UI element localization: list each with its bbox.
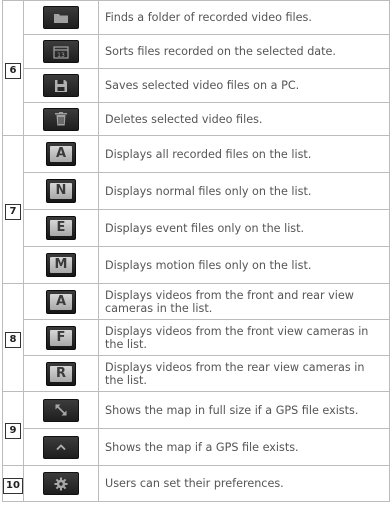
- expand-arrow-icon: [43, 398, 79, 422]
- group-number: 8: [5, 332, 21, 348]
- table-row: 10 Users can set their preferences.: [2, 465, 390, 502]
- group-number-cell: 9: [2, 391, 24, 466]
- table-row: M Displays motion files only on the list…: [3, 246, 390, 284]
- calendar-icon: 13: [43, 40, 79, 63]
- folder-icon: [43, 6, 79, 29]
- letter-a-icon: A: [46, 142, 76, 166]
- letter-r-icon: R: [46, 361, 76, 386]
- description: Displays videos from the front and rear …: [98, 283, 390, 320]
- letter-n-icon: N: [46, 179, 76, 203]
- icon-cell: A: [23, 135, 99, 173]
- table-row: 8 A Displays videos from the front and r…: [2, 283, 390, 392]
- button-letter: F: [50, 329, 72, 346]
- table-row: Saves selected video files on a PC.: [3, 68, 390, 103]
- letter-m-icon: M: [46, 253, 76, 277]
- icon-cell: [23, 465, 99, 502]
- letter-e-icon: E: [46, 216, 76, 240]
- icon-cell: R: [23, 355, 99, 392]
- button-letter: N: [50, 183, 72, 199]
- description: Finds a folder of recorded video files.: [98, 0, 390, 35]
- icon-cell: A: [23, 283, 99, 320]
- table-row: 6 Finds a folder of recorded video files…: [2, 0, 390, 136]
- description: Deletes selected video files.: [98, 102, 390, 136]
- description: Saves selected video files on a PC.: [98, 68, 390, 103]
- table-row: 13 Sorts files recorded on the selected …: [3, 34, 390, 69]
- icon-cell: 13: [23, 34, 99, 69]
- icon-cell: M: [23, 246, 99, 284]
- description: Displays videos from the front view came…: [98, 319, 390, 356]
- table-row: E Displays event files only on the list.: [3, 209, 390, 247]
- icon-cell: F: [23, 319, 99, 356]
- description: Users can set their preferences.: [98, 465, 390, 502]
- table-row: 7 A Displays all recorded files on the l…: [2, 135, 390, 284]
- letter-a-icon: A: [46, 289, 76, 314]
- description: Displays normal files only on the list.: [98, 172, 390, 210]
- group-number-cell: 10: [2, 465, 24, 502]
- description: Shows the map in full size if a GPS file…: [98, 391, 390, 429]
- table-row: 9 Shows the map in full size if a GPS fi…: [2, 391, 390, 466]
- description: Displays videos from the rear view camer…: [98, 355, 390, 392]
- save-icon: [43, 74, 79, 97]
- table-row: Shows the map if a GPS file exists.: [3, 428, 390, 466]
- group-number: 6: [5, 62, 21, 79]
- description: Displays motion files only on the list.: [98, 246, 390, 284]
- trash-icon: [43, 107, 79, 131]
- icon-cell: [23, 391, 99, 429]
- icon-cell: [23, 68, 99, 103]
- letter-f-icon: F: [46, 325, 76, 350]
- button-letter: R: [50, 365, 72, 382]
- description: Sorts files recorded on the selected dat…: [98, 34, 390, 69]
- calendar-date-text: 13: [57, 52, 65, 59]
- icon-cell: [23, 0, 99, 35]
- description: Shows the map if a GPS file exists.: [98, 428, 390, 466]
- group-number-cell: 8: [2, 283, 24, 392]
- group-number: 9: [5, 423, 21, 439]
- reference-table: 6 Finds a folder of recorded video files…: [2, 0, 390, 502]
- button-letter: A: [50, 146, 72, 162]
- icon-cell: [23, 428, 99, 466]
- group-number-cell: 6: [2, 0, 24, 136]
- icon-cell: [23, 102, 99, 136]
- button-letter: E: [50, 220, 72, 236]
- description: Displays all recorded files on the list.: [98, 135, 390, 173]
- chevron-up-icon: [43, 435, 79, 459]
- table-row: R Displays videos from the rear view cam…: [3, 355, 390, 392]
- icon-cell: E: [23, 209, 99, 247]
- description: Displays event files only on the list.: [98, 209, 390, 247]
- gear-icon: [43, 472, 79, 495]
- group-number: 7: [5, 204, 21, 220]
- group-number-cell: 7: [2, 135, 24, 284]
- button-letter: M: [50, 257, 72, 273]
- button-letter: A: [50, 293, 72, 310]
- icon-cell: N: [23, 172, 99, 210]
- group-number: 10: [3, 478, 23, 494]
- table-row: F Displays videos from the front view ca…: [3, 319, 390, 356]
- table-row: Deletes selected video files.: [3, 102, 390, 136]
- table-row: N Displays normal files only on the list…: [3, 172, 390, 210]
